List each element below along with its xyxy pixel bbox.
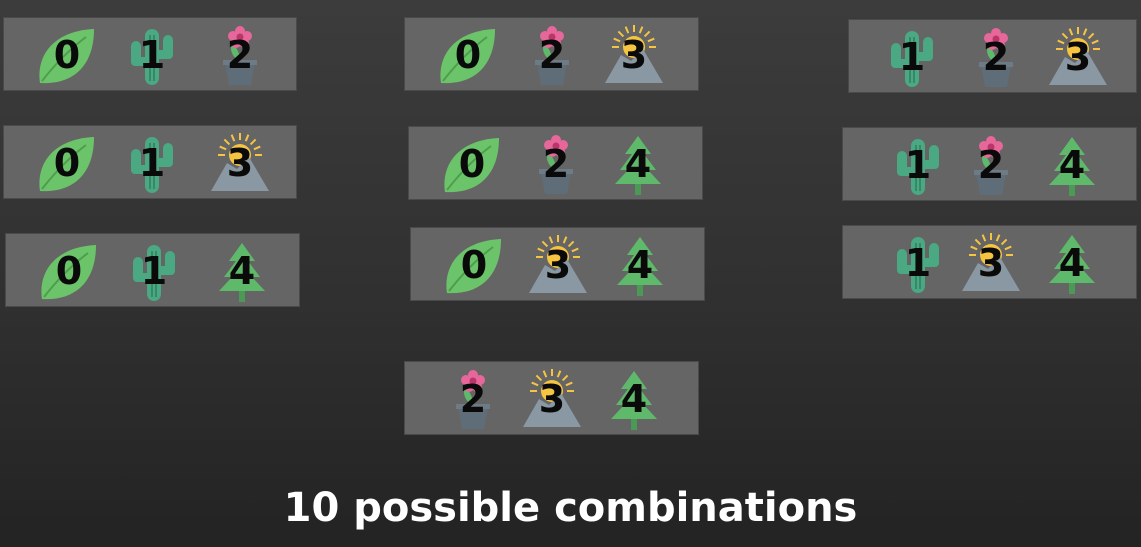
combination-item: 2 — [207, 23, 273, 87]
item-number: 1 — [904, 241, 932, 285]
combination-item: 2 — [523, 132, 589, 196]
item-number: 3 — [544, 243, 572, 287]
combination-item: 0 — [36, 239, 102, 303]
item-number: 3 — [538, 377, 566, 421]
item-number: 4 — [1058, 241, 1086, 285]
item-number: 2 — [538, 33, 566, 77]
combination-item: 0 — [441, 233, 507, 297]
combination-item: 2 — [440, 367, 506, 431]
item-number: 0 — [454, 33, 482, 77]
combination-box: 0 1 4 — [5, 233, 300, 307]
item-number: 0 — [53, 33, 81, 77]
combination-box: 1 2 4 — [842, 127, 1137, 201]
combination-item: 2 — [958, 133, 1024, 197]
combination-item: 3 — [601, 23, 667, 87]
combination-item: 1 — [885, 133, 951, 197]
combination-item: 0 — [34, 131, 100, 195]
item-number: 0 — [460, 243, 488, 287]
combination-item: 0 — [439, 132, 505, 196]
combination-box: 0 1 2 — [3, 17, 297, 91]
combination-item: 4 — [1039, 133, 1105, 197]
item-number: 3 — [226, 141, 254, 185]
combination-box: 0 2 3 — [404, 17, 699, 91]
item-number: 0 — [458, 142, 486, 186]
combination-item: 3 — [1045, 25, 1111, 89]
combination-box: 1 3 4 — [842, 225, 1137, 299]
combination-box: 0 1 3 — [3, 125, 297, 199]
combination-item: 1 — [119, 23, 185, 87]
combination-item: 1 — [885, 231, 951, 295]
item-number: 2 — [226, 33, 254, 77]
combination-item: 0 — [34, 23, 100, 87]
combination-item: 1 — [879, 25, 945, 89]
combination-item: 3 — [525, 233, 591, 297]
combination-item: 4 — [605, 132, 671, 196]
combination-box: 0 3 4 — [410, 227, 705, 301]
item-number: 2 — [982, 35, 1010, 79]
combination-item: 4 — [601, 367, 667, 431]
combination-item: 1 — [119, 131, 185, 195]
item-number: 0 — [53, 141, 81, 185]
combination-item: 4 — [209, 239, 275, 303]
combination-item: 0 — [435, 23, 501, 87]
combination-box: 2 3 4 — [404, 361, 699, 435]
item-number: 3 — [1064, 35, 1092, 79]
combination-item: 4 — [1039, 231, 1105, 295]
combination-item: 3 — [207, 131, 273, 195]
item-number: 3 — [620, 33, 648, 77]
combination-item: 2 — [519, 23, 585, 87]
combination-item: 3 — [958, 231, 1024, 295]
combination-box: 1 2 3 — [848, 19, 1137, 93]
item-number: 1 — [898, 35, 926, 79]
item-number: 4 — [624, 142, 652, 186]
item-number: 1 — [140, 249, 168, 293]
item-number: 4 — [228, 249, 256, 293]
item-number: 2 — [542, 142, 570, 186]
item-number: 2 — [459, 377, 487, 421]
item-number: 4 — [620, 377, 648, 421]
item-number: 1 — [904, 143, 932, 187]
combination-item: 3 — [519, 367, 585, 431]
combination-item: 2 — [963, 25, 1029, 89]
item-number: 1 — [138, 33, 166, 77]
combination-box: 0 2 4 — [408, 126, 703, 200]
combination-item: 4 — [607, 233, 673, 297]
item-number: 2 — [977, 143, 1005, 187]
combination-item: 1 — [121, 239, 187, 303]
item-number: 0 — [55, 249, 83, 293]
item-number: 3 — [977, 241, 1005, 285]
item-number: 1 — [138, 141, 166, 185]
item-number: 4 — [1058, 143, 1086, 187]
item-number: 4 — [626, 243, 654, 287]
caption-text: 10 possible combinations — [283, 485, 858, 531]
